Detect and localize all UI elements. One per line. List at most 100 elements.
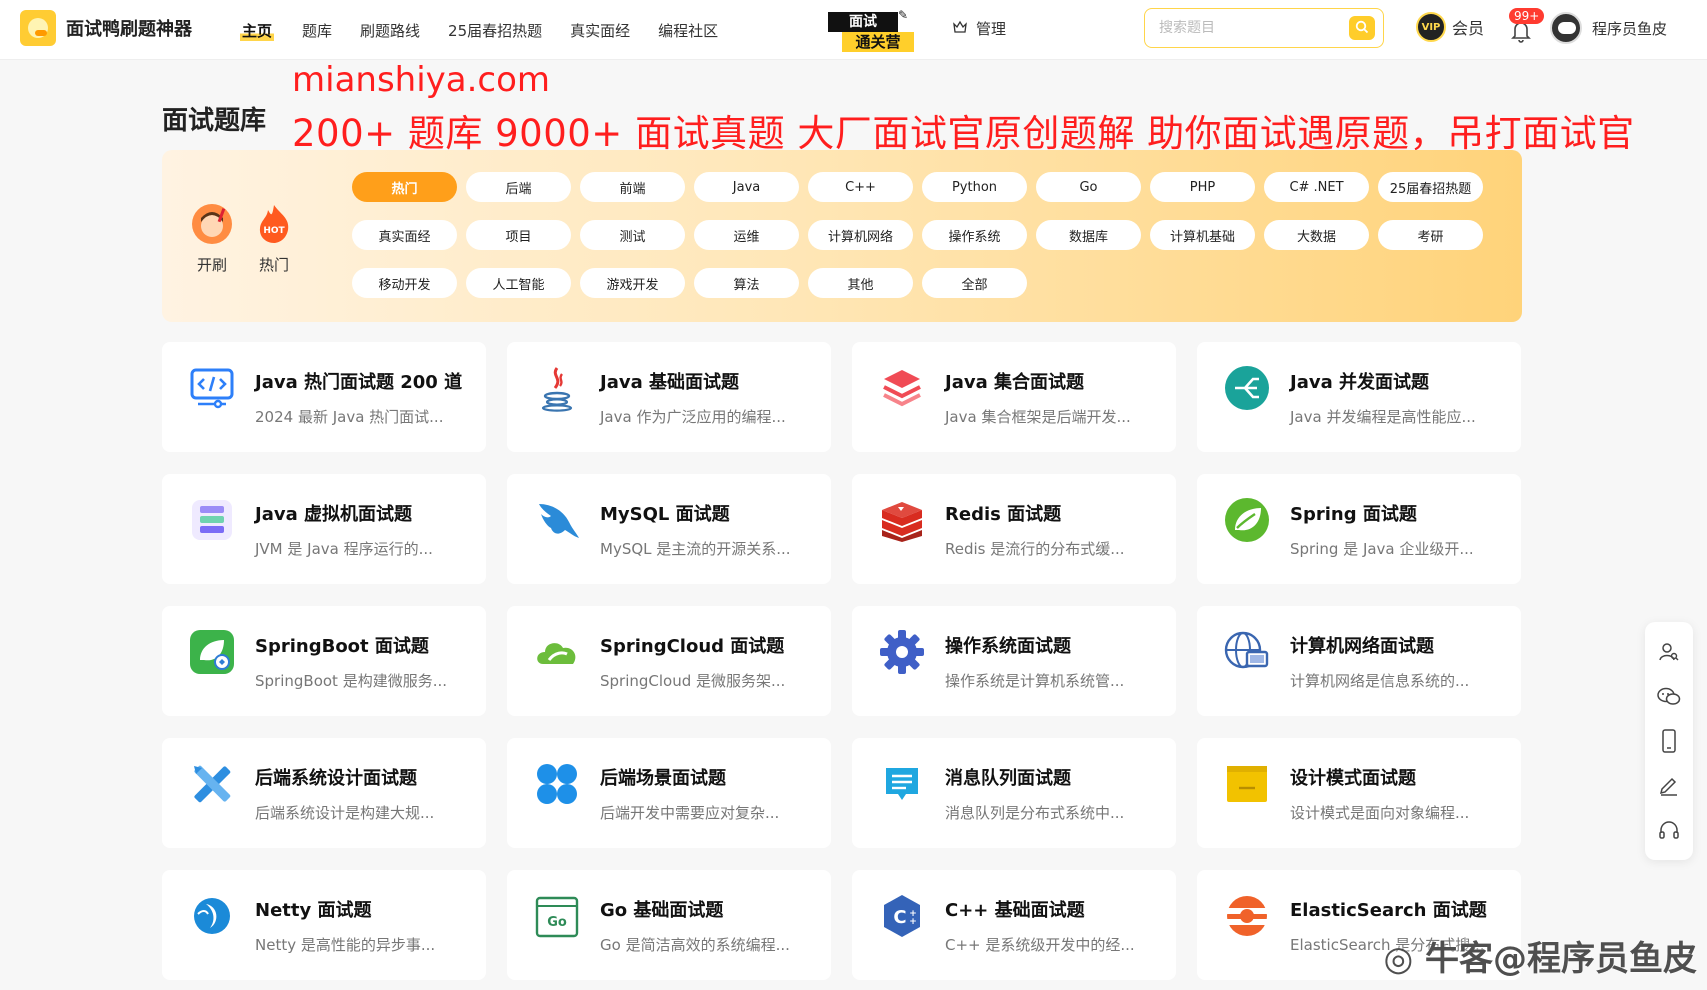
branch-circle-icon [1223,364,1271,412]
promo-bottom-text: 通关营 [842,32,914,52]
category-tag[interactable]: 计算机基础 [1150,220,1255,250]
overlay-site-text: mianshiya.com [292,60,551,100]
question-bank-card[interactable]: 操作系统面试题操作系统是计算机系统管... [852,606,1176,716]
elastic-icon [1223,892,1271,940]
category-tag[interactable]: 测试 [580,220,685,250]
bank-description: Spring 是 Java 企业级开... [1290,540,1474,558]
vip-link[interactable]: VIP 会员 [1416,12,1484,42]
question-bank-card[interactable]: 计算机网络面试题 计算机网络是信息系统的... [1197,606,1521,716]
nav-item-question-bank[interactable]: 题库 [302,20,332,41]
bank-title: ElasticSearch 面试题 [1290,900,1487,921]
category-tag[interactable]: 运维 [694,220,799,250]
category-tag[interactable]: 数据库 [1036,220,1141,250]
user-search-icon[interactable] [1656,639,1682,665]
user-menu[interactable]: 程序员鱼皮 [1550,12,1667,44]
vip-badge-icon: VIP [1416,12,1446,42]
bank-title: Java 虚拟机面试题 [255,504,412,525]
bank-description: 2024 最新 Java 热门面试... [255,408,444,426]
nav-item-real-interview[interactable]: 真实面经 [570,20,630,41]
question-bank-card[interactable]: SpringCloud 面试题 SpringCloud 是微服务架... [507,606,831,716]
bootcamp-promo[interactable]: 面试 通关营 ✎ [828,8,914,52]
question-bank-card[interactable]: Java 热门面试题 200 道 2024 最新 Java 热门面试... [162,342,486,452]
category-tag[interactable]: 25届春招热题 [1378,172,1483,202]
nav-item-community[interactable]: 编程社区 [658,20,718,41]
bank-description: Go 是简洁高效的系统编程... [600,936,790,954]
dolphin-icon [533,496,581,544]
question-bank-card[interactable]: Go Go 基础面试题 Go 是简洁高效的系统编程... [507,870,831,980]
category-tag[interactable]: Go [1036,172,1141,202]
question-bank-card[interactable]: MySQL 面试题 MySQL 是主流的开源关系... [507,474,831,584]
question-bank-card[interactable]: SpringBoot 面试题 SpringBoot 是构建微服务... [162,606,486,716]
logo[interactable]: 面试鸭刷题神器 [20,10,192,46]
wechat-icon[interactable] [1656,684,1682,710]
bank-description: 设计模式是面向对象编程... [1290,804,1470,822]
quick-hot[interactable]: HOT 热门 [252,202,296,275]
camera-icon: ◎ [1383,939,1414,979]
category-tag[interactable]: 游戏开发 [580,268,685,298]
nav-item-spring-hot[interactable]: 25届春招热题 [448,20,542,41]
search-button[interactable] [1349,16,1375,40]
spring-leaf-icon [1223,496,1271,544]
duck-logo-icon [20,10,56,46]
category-tag[interactable]: PHP [1150,172,1255,202]
category-tag[interactable]: 操作系统 [922,220,1027,250]
admin-link[interactable]: 管理 [952,18,1006,39]
category-tag[interactable]: 计算机网络 [808,220,913,250]
category-tag[interactable]: Java [694,172,799,202]
hot-flame-icon: HOT [259,205,289,243]
go-window-icon: Go [533,892,581,940]
bank-title: 消息队列面试题 [945,768,1071,789]
yellow-window-icon [1223,760,1271,808]
bank-description: SpringBoot 是构建微服务... [255,672,448,690]
bank-title: Spring 面试题 [1290,504,1417,525]
category-tag[interactable]: 考研 [1378,220,1483,250]
question-bank-card[interactable]: Java 集合面试题 Java 集合框架是后端开发... [852,342,1176,452]
svg-text:+: + [909,917,917,927]
phone-icon[interactable] [1656,728,1682,754]
bank-description: Java 作为广泛应用的编程... [600,408,786,426]
category-tag[interactable]: C# .NET [1264,172,1369,202]
category-tag[interactable]: 热门 [352,172,457,202]
bank-title: 操作系统面试题 [945,636,1071,657]
category-tag[interactable]: 其他 [808,268,913,298]
question-bank-card[interactable]: Java 虚拟机面试题 JVM 是 Java 程序运行的... [162,474,486,584]
question-bank-card[interactable]: 后端场景面试题后端开发中需要应对复杂... [507,738,831,848]
category-tag[interactable]: Python [922,172,1027,202]
nav-item-route[interactable]: 刷题路线 [360,20,420,41]
bank-title: Java 集合面试题 [945,372,1084,393]
category-tag[interactable]: 算法 [694,268,799,298]
question-bank-card[interactable]: Redis 面试题 Redis 是流行的分布式缓... [852,474,1176,584]
quick-start[interactable]: 开刷 [190,202,234,275]
headset-icon[interactable] [1656,817,1682,843]
question-bank-card[interactable]: Java 基础面试题 Java 作为广泛应用的编程... [507,342,831,452]
category-tag[interactable]: C++ [808,172,913,202]
question-bank-card[interactable]: 消息队列面试题 消息队列是分布式系统中... [852,738,1176,848]
nav-item-home[interactable]: 主页 [240,19,275,41]
cloud-leaf-icon [533,628,581,676]
bank-title: 后端场景面试题 [600,768,726,789]
question-bank-card[interactable]: Netty 面试题 Netty 是高性能的异步事... [162,870,486,980]
category-tag[interactable]: 移动开发 [352,268,457,298]
question-bank-card[interactable]: 设计模式面试题 设计模式是面向对象编程... [1197,738,1521,848]
category-tag[interactable]: 全部 [922,268,1027,298]
cpp-hex-icon: C + + [878,892,926,940]
category-tag[interactable]: 人工智能 [466,268,571,298]
category-tag[interactable]: 真实面经 [352,220,457,250]
question-bank-card[interactable]: Java 并发面试题 Java 并发编程是高性能应... [1197,342,1521,452]
bank-title: Redis 面试题 [945,504,1062,525]
question-bank-card[interactable]: 后端系统设计面试题 后端系统设计是构建大规... [162,738,486,848]
question-bank-card[interactable]: C + + C++ 基础面试题 C++ 是系统级开发中的经... [852,870,1176,980]
java-cup-icon [533,364,581,412]
bank-description: 操作系统是计算机系统管... [945,672,1125,690]
vip-label: 会员 [1452,19,1485,38]
category-tag[interactable]: 前端 [580,172,685,202]
bank-description: Java 集合框架是后端开发... [945,408,1131,426]
pen-icon[interactable] [1656,772,1682,798]
quick-hot-label: 热门 [258,256,289,274]
bank-description: 后端开发中需要应对复杂... [600,804,780,822]
search-input[interactable] [1157,17,1337,39]
question-bank-card[interactable]: Spring 面试题 Spring 是 Java 企业级开... [1197,474,1521,584]
category-tag[interactable]: 项目 [466,220,571,250]
category-tag[interactable]: 大数据 [1264,220,1369,250]
category-tag[interactable]: 后端 [466,172,571,202]
